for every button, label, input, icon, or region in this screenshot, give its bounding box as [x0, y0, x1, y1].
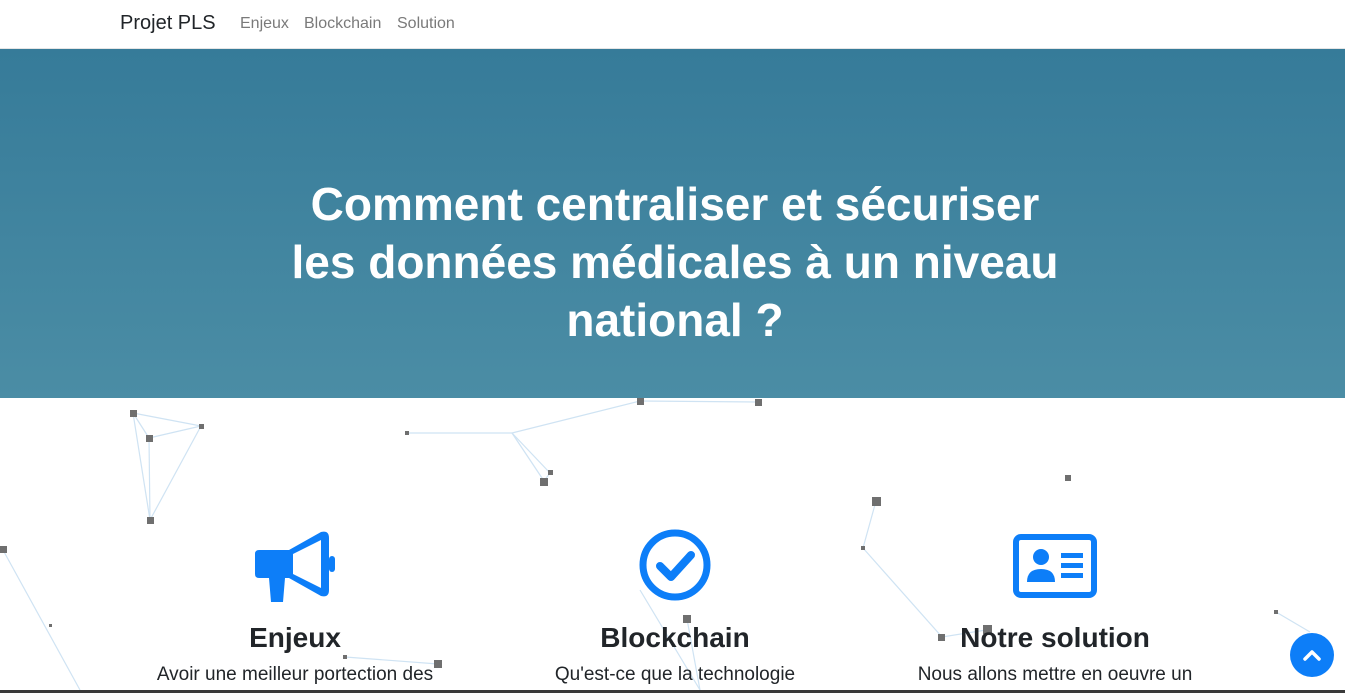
nav-link-enjeux[interactable]: Enjeux	[240, 15, 289, 33]
feature-title: Blockchain	[600, 622, 750, 653]
feature-description: Avoir une meilleur portection des	[156, 664, 434, 685]
nav-link-blockchain[interactable]: Blockchain	[304, 15, 381, 33]
megaphone-icon	[255, 531, 335, 602]
feature-solution: Notre solution Nous allons mettre en oeu…	[875, 528, 1235, 688]
hero-title: Comment centraliser et sécuriser les don…	[250, 175, 1100, 349]
brand-link[interactable]: Projet PLS	[120, 12, 216, 35]
feature-title: Enjeux	[249, 622, 341, 653]
feature-blockchain: Blockchain Qu'est-ce que la technologie	[495, 528, 855, 688]
feature-description: Qu'est-ce que la technologie	[554, 664, 796, 685]
feature-description: Nous allons mettre en oeuvre un	[917, 664, 1193, 685]
hero-title-line: les données médicales à un niveau	[291, 236, 1059, 288]
chevron-up-icon	[1303, 650, 1321, 661]
hero-title-line: Comment centraliser et sécuriser	[310, 178, 1040, 230]
hero-banner: Comment centraliser et sécuriser les don…	[0, 49, 1345, 398]
feature-enjeux: Enjeux Avoir une meilleur portection des	[115, 528, 475, 688]
feature-title: Notre solution	[960, 622, 1150, 653]
check-circle-icon	[639, 529, 711, 601]
scroll-to-top-button[interactable]	[1290, 633, 1334, 677]
hero-title-line: national ?	[566, 294, 784, 346]
top-navbar: Projet PLS Enjeux Blockchain Solution	[0, 0, 1345, 49]
id-card-icon	[1013, 534, 1097, 598]
nav-link-solution[interactable]: Solution	[397, 15, 455, 33]
